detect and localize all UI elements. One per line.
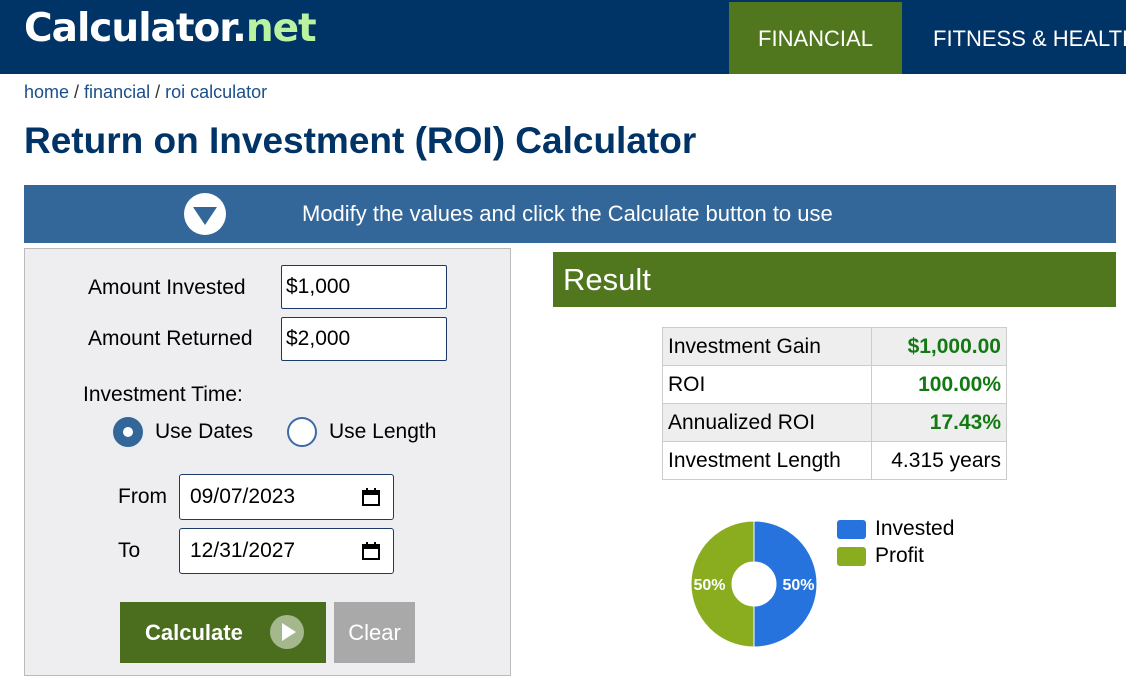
result-value: 17.43% <box>871 403 1007 442</box>
result-value: 100.00% <box>871 365 1007 404</box>
play-icon <box>270 615 304 649</box>
from-date-value: 09/07/2023 <box>190 485 296 508</box>
to-date-value: 12/31/2027 <box>190 539 296 562</box>
result-label: ROI <box>662 365 872 404</box>
table-row: Investment Gain $1,000.00 <box>662 327 1007 366</box>
result-header: Result <box>553 252 1116 307</box>
calculate-label: Calculate <box>145 620 243 645</box>
nav-financial[interactable]: FINANCIAL <box>729 2 902 74</box>
modify-values-text: Modify the values and click the Calculat… <box>302 201 833 226</box>
legend-item-invested: Invested <box>837 517 954 544</box>
pie-slice-label: 50% <box>782 577 814 594</box>
to-date-input[interactable]: 12/31/2027 <box>179 528 394 574</box>
result-label: Annualized ROI <box>662 403 872 442</box>
legend-label: Invested <box>875 517 955 540</box>
table-row: Investment Length 4.315 years <box>662 441 1007 480</box>
breadcrumb-financial[interactable]: financial <box>84 82 150 102</box>
investment-time-label: Investment Time: <box>83 383 243 406</box>
modify-values-bar[interactable]: Modify the values and click the Calculat… <box>24 185 1116 243</box>
from-label: From <box>118 485 167 508</box>
amount-invested-label: Amount Invested <box>88 276 246 299</box>
chevron-down-circle-icon[interactable] <box>184 193 226 235</box>
amount-returned-label: Amount Returned <box>88 327 253 350</box>
clear-button[interactable]: Clear <box>334 602 415 663</box>
calendar-icon[interactable] <box>361 487 381 507</box>
breadcrumb: home / financial / roi calculator <box>24 82 268 102</box>
from-date-input[interactable]: 09/07/2023 <box>179 474 394 520</box>
use-dates-label[interactable]: Use Dates <box>155 420 253 444</box>
use-length-radio[interactable] <box>287 417 317 447</box>
page-title: Return on Investment (ROI) Calculator <box>24 120 697 161</box>
site-logo[interactable]: Calculator.net <box>24 6 317 52</box>
legend-swatch-profit <box>837 547 866 566</box>
table-row: Annualized ROI 17.43% <box>662 403 1007 442</box>
input-form-panel: Amount Invested $1,000 Amount Returned $… <box>24 248 511 676</box>
table-row: ROI 100.00% <box>662 365 1007 404</box>
amount-invested-input[interactable]: $1,000 <box>281 265 447 309</box>
result-label: Investment Gain <box>662 327 872 366</box>
amount-returned-input[interactable]: $2,000 <box>281 317 447 361</box>
use-length-label[interactable]: Use Length <box>329 420 436 444</box>
use-dates-radio[interactable] <box>113 417 143 447</box>
breadcrumb-home[interactable]: home <box>24 82 69 102</box>
legend-item-profit: Profit <box>837 544 954 571</box>
calendar-icon[interactable] <box>361 541 381 561</box>
pie-slice-label: 50% <box>693 577 725 594</box>
nav-fitness-health[interactable]: FITNESS & HEALTH <box>933 2 1126 74</box>
legend-label: Profit <box>875 544 925 567</box>
to-label: To <box>118 539 141 562</box>
top-header: Calculator.net FINANCIAL FITNESS & HEALT… <box>0 0 1126 74</box>
pie-legend: Invested Profit <box>837 517 954 571</box>
result-value: $1,000.00 <box>871 327 1007 366</box>
investment-pie-chart: 50% 50% <box>690 520 818 648</box>
result-table: Investment Gain $1,000.00 ROI 100.00% An… <box>662 327 1007 480</box>
calculate-button[interactable]: Calculate <box>120 602 326 663</box>
breadcrumb-current[interactable]: roi calculator <box>165 82 267 102</box>
result-value: 4.315 years <box>871 441 1007 480</box>
result-label: Investment Length <box>662 441 872 480</box>
legend-swatch-invested <box>837 520 866 539</box>
